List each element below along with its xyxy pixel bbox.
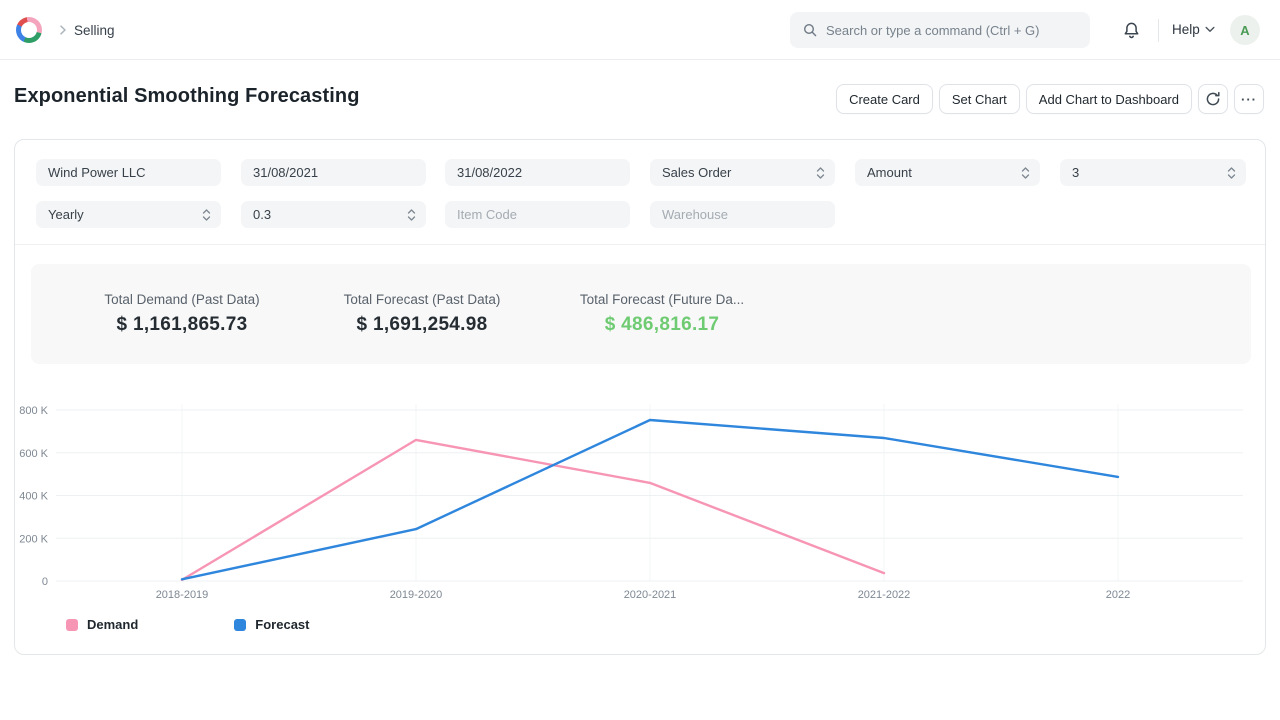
legend-item-forecast: Forecast [234, 617, 309, 632]
forecast-swatch-icon [234, 619, 246, 631]
svg-text:200 K: 200 K [19, 533, 48, 545]
svg-text:800 K: 800 K [19, 405, 48, 417]
navbar: Selling Help A [0, 0, 1280, 60]
breadcrumb[interactable]: Selling [74, 23, 115, 38]
search-input[interactable] [826, 23, 1078, 38]
global-search[interactable] [790, 12, 1090, 48]
summary-value: $ 1,161,865.73 [117, 314, 248, 336]
add-chart-to-dashboard-button[interactable]: Add Chart to Dashboard [1026, 84, 1192, 114]
warehouse-filter[interactable] [650, 201, 835, 228]
summary-label: Total Demand (Past Data) [104, 292, 259, 307]
help-label: Help [1172, 22, 1200, 37]
periodicity-select[interactable]: Yearly [36, 201, 221, 228]
warehouse-input[interactable] [662, 207, 825, 222]
create-card-button[interactable]: Create Card [836, 84, 933, 114]
set-chart-button[interactable]: Set Chart [939, 84, 1020, 114]
summary-total-forecast-future: Total Forecast (Future Da... $ 486,816.1… [522, 264, 802, 364]
based-on-field-value: Amount [867, 165, 912, 180]
more-menu-button[interactable]: ··· [1234, 84, 1264, 114]
select-chevrons-icon [1227, 166, 1236, 180]
chart-legend: Demand Forecast [66, 617, 310, 632]
notifications-bell-icon[interactable] [1118, 18, 1144, 44]
svg-text:400 K: 400 K [19, 491, 48, 503]
navbar-divider [1158, 19, 1159, 42]
based-on-document-select[interactable]: Sales Order [650, 159, 835, 186]
svg-text:2021-2022: 2021-2022 [858, 589, 911, 601]
summary-panel: Total Demand (Past Data) $ 1,161,865.73 … [31, 264, 1251, 364]
demand-swatch-icon [66, 619, 78, 631]
page-title: Exponential Smoothing Forecasting [14, 85, 360, 108]
smoothing-constant-select[interactable]: 0.3 [241, 201, 426, 228]
legend-label: Demand [87, 617, 138, 632]
header-actions: Create Card Set Chart Add Chart to Dashb… [836, 84, 1264, 114]
summary-total-forecast-past: Total Forecast (Past Data) $ 1,691,254.9… [282, 264, 562, 364]
to-date-filter[interactable] [445, 159, 630, 186]
to-date-input[interactable] [457, 165, 620, 180]
legend-label: Forecast [255, 617, 309, 632]
based-on-document-value: Sales Order [662, 165, 731, 180]
svg-text:600 K: 600 K [19, 448, 48, 460]
legend-item-demand: Demand [66, 617, 138, 632]
svg-text:2020-2021: 2020-2021 [624, 589, 677, 601]
svg-text:2019-2020: 2019-2020 [390, 589, 443, 601]
from-date-filter[interactable] [241, 159, 426, 186]
filter-divider [15, 244, 1265, 245]
search-icon [802, 22, 818, 38]
no-of-years-value: 3 [1072, 165, 1079, 180]
app-logo-icon[interactable] [16, 17, 42, 43]
item-code-input[interactable] [457, 207, 620, 222]
select-chevrons-icon [1021, 166, 1030, 180]
select-chevrons-icon [816, 166, 825, 180]
svg-text:0: 0 [42, 576, 48, 588]
report-card: Sales Order Amount 3 Yearly 0.3 Total De… [14, 139, 1266, 655]
forecast-chart: 0 200 K 400 K 600 K 800 K 2018-2019 2019-2020 2… [15, 390, 1267, 615]
forecast-chart-svg: 0 200 K 400 K 600 K 800 K 2018-2019 2019-2020 2… [15, 390, 1267, 615]
periodicity-value: Yearly [48, 207, 84, 222]
refresh-button[interactable] [1198, 84, 1228, 114]
select-chevrons-icon [202, 208, 211, 222]
help-menu[interactable]: Help [1172, 22, 1215, 37]
company-filter[interactable] [36, 159, 221, 186]
avatar[interactable]: A [1230, 15, 1260, 45]
chevron-down-icon [1205, 26, 1215, 33]
from-date-input[interactable] [253, 165, 416, 180]
refresh-icon [1205, 91, 1221, 107]
svg-text:2022: 2022 [1106, 589, 1130, 601]
avatar-letter: A [1240, 23, 1249, 38]
based-on-field-select[interactable]: Amount [855, 159, 1040, 186]
summary-value: $ 1,691,254.98 [357, 314, 488, 336]
select-chevrons-icon [407, 208, 416, 222]
no-of-years-select[interactable]: 3 [1060, 159, 1246, 186]
summary-value: $ 486,816.17 [605, 314, 720, 336]
item-code-filter[interactable] [445, 201, 630, 228]
summary-label: Total Forecast (Past Data) [344, 292, 501, 307]
smoothing-constant-value: 0.3 [253, 207, 271, 222]
svg-text:2018-2019: 2018-2019 [156, 589, 209, 601]
chevron-right-icon [56, 23, 70, 42]
summary-total-demand-past: Total Demand (Past Data) $ 1,161,865.73 [42, 264, 322, 364]
company-input[interactable] [48, 165, 211, 180]
summary-label: Total Forecast (Future Da... [580, 292, 744, 307]
